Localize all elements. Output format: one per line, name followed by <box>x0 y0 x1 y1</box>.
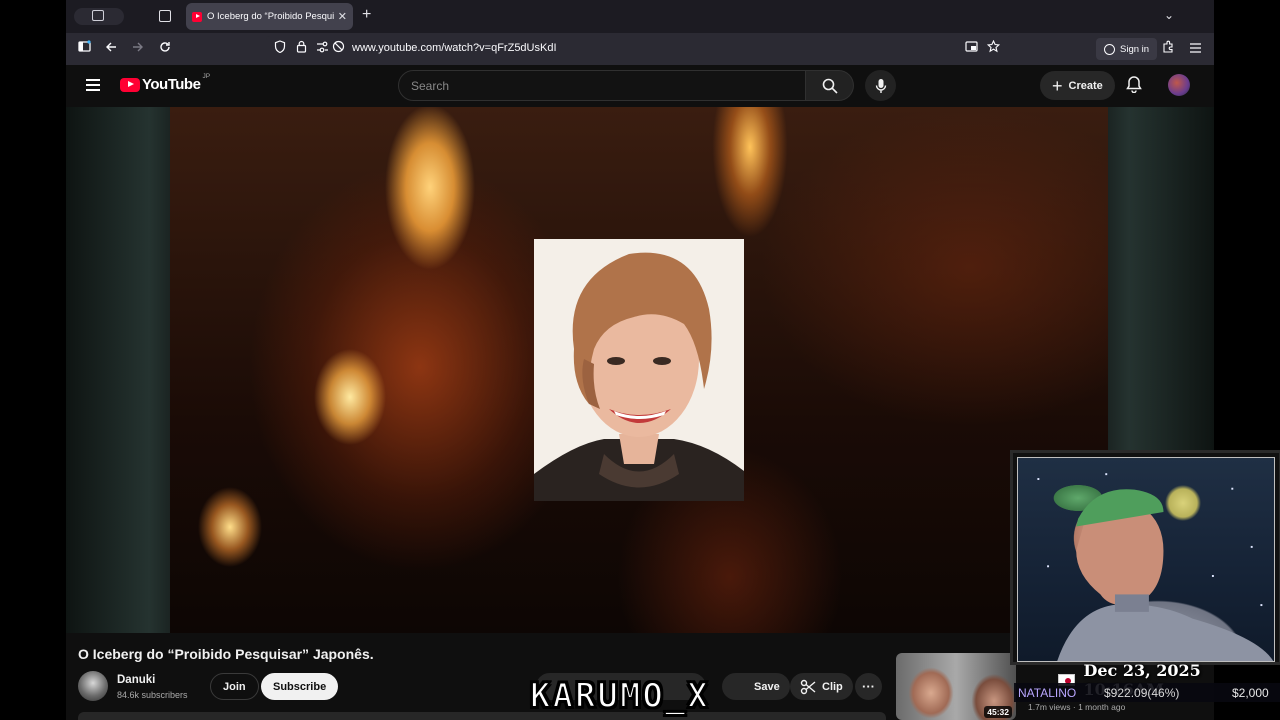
streamer-webcam <box>1010 450 1280 665</box>
account-icon <box>1104 43 1115 55</box>
extensions-icon[interactable] <box>1162 40 1174 58</box>
recommended-video-meta: 1.7m views · 1 month ago <box>1028 702 1126 712</box>
tab-groups-icon[interactable] <box>159 10 171 22</box>
scissors-icon <box>800 679 816 694</box>
youtube-logo-text: YouTube <box>142 76 201 93</box>
autoplay-blocked-icon[interactable] <box>332 40 345 58</box>
donation-progress: $922.09(46%) <box>1104 685 1180 700</box>
recommended-video-thumbnail[interactable]: 45:32 <box>896 653 1016 720</box>
donation-goal: $2,000 <box>1232 685 1269 700</box>
create-button[interactable]: + Create <box>1040 71 1115 100</box>
tracking-shield-icon[interactable] <box>274 40 286 58</box>
forward-arrow-icon[interactable] <box>132 40 144 58</box>
new-tab-icon[interactable]: + <box>362 6 371 24</box>
tab-strip: O Iceberg do “Proibido Pesquisar” Japonê… <box>66 0 1214 33</box>
bookmark-star-icon[interactable] <box>986 39 1001 58</box>
region-code: JP <box>202 73 211 80</box>
tab-overview-icon[interactable] <box>92 10 104 21</box>
description-box[interactable] <box>78 712 886 720</box>
video-duration: 45:32 <box>984 706 1012 718</box>
search-input[interactable] <box>411 78 805 93</box>
navigation-bar: www.youtube.com/watch?v=qFrZ5dUsKdI Sign… <box>66 33 1214 65</box>
search-icon <box>822 78 838 94</box>
save-label: Save <box>754 680 780 693</box>
save-button[interactable]: Save <box>722 673 790 700</box>
streamer-name-tag: KARUMO_X <box>529 675 710 717</box>
youtube-header: YouTube JP + Create <box>66 65 1214 107</box>
plus-icon: + <box>1052 75 1063 96</box>
close-tab-icon[interactable]: ✕ <box>338 10 347 23</box>
starfield <box>1037 473 1274 661</box>
search-button[interactable] <box>806 70 854 101</box>
donation-ticker: NATALINO $922.09(46%) $2,000 <box>1014 683 1280 702</box>
tab-active[interactable]: O Iceberg do “Proibido Pesquisar” Japonê… <box>186 3 353 30</box>
join-button[interactable]: Join <box>210 673 259 700</box>
picture-in-picture-icon[interactable] <box>965 40 978 58</box>
webcam-feed <box>1017 457 1275 662</box>
guide-menu-icon[interactable] <box>86 79 100 91</box>
sign-in-button[interactable]: Sign in <box>1096 38 1158 60</box>
sign-in-label: Sign in <box>1120 43 1150 55</box>
clip-button[interactable]: Clip <box>790 673 853 700</box>
chevron-down-icon[interactable]: ⌄ <box>1164 8 1174 22</box>
video-title: O Iceberg do “Proibido Pesquisar” Japonê… <box>78 646 374 662</box>
tab-title: O Iceberg do “Proibido Pesquisar” Japonê… <box>207 11 334 22</box>
notifications-bell-icon[interactable] <box>1126 75 1142 98</box>
youtube-favicon-icon <box>192 11 202 22</box>
microphone-icon <box>875 78 886 93</box>
back-arrow-icon[interactable] <box>105 40 117 58</box>
ambient-glow-left <box>66 107 170 633</box>
youtube-play-icon <box>120 77 140 92</box>
donor-name: NATALINO <box>1018 685 1077 700</box>
clip-label: Clip <box>822 680 843 693</box>
lock-icon[interactable] <box>296 40 307 58</box>
subscribe-button[interactable]: Subscribe <box>261 673 339 700</box>
url-text[interactable]: www.youtube.com/watch?v=qFrZ5dUsKdI <box>352 42 557 54</box>
portrait-photo <box>534 239 744 501</box>
video-frame-fire[interactable] <box>170 107 1108 633</box>
permissions-icon[interactable] <box>316 40 329 58</box>
account-avatar[interactable] <box>1168 74 1190 96</box>
reload-icon[interactable] <box>159 40 171 58</box>
search-box[interactable] <box>398 70 806 101</box>
sidebar-icon[interactable] <box>78 40 91 58</box>
channel-avatar[interactable] <box>78 671 108 701</box>
menu-hamburger-icon[interactable] <box>1190 40 1201 58</box>
subscriber-count: 84.6k subscribers <box>117 690 188 700</box>
more-actions-icon[interactable]: ··· <box>855 673 882 700</box>
create-label: Create <box>1068 79 1103 92</box>
voice-search-button[interactable] <box>865 70 896 101</box>
channel-name[interactable]: Danuki <box>117 674 155 686</box>
youtube-logo[interactable]: YouTube JP <box>120 73 211 93</box>
